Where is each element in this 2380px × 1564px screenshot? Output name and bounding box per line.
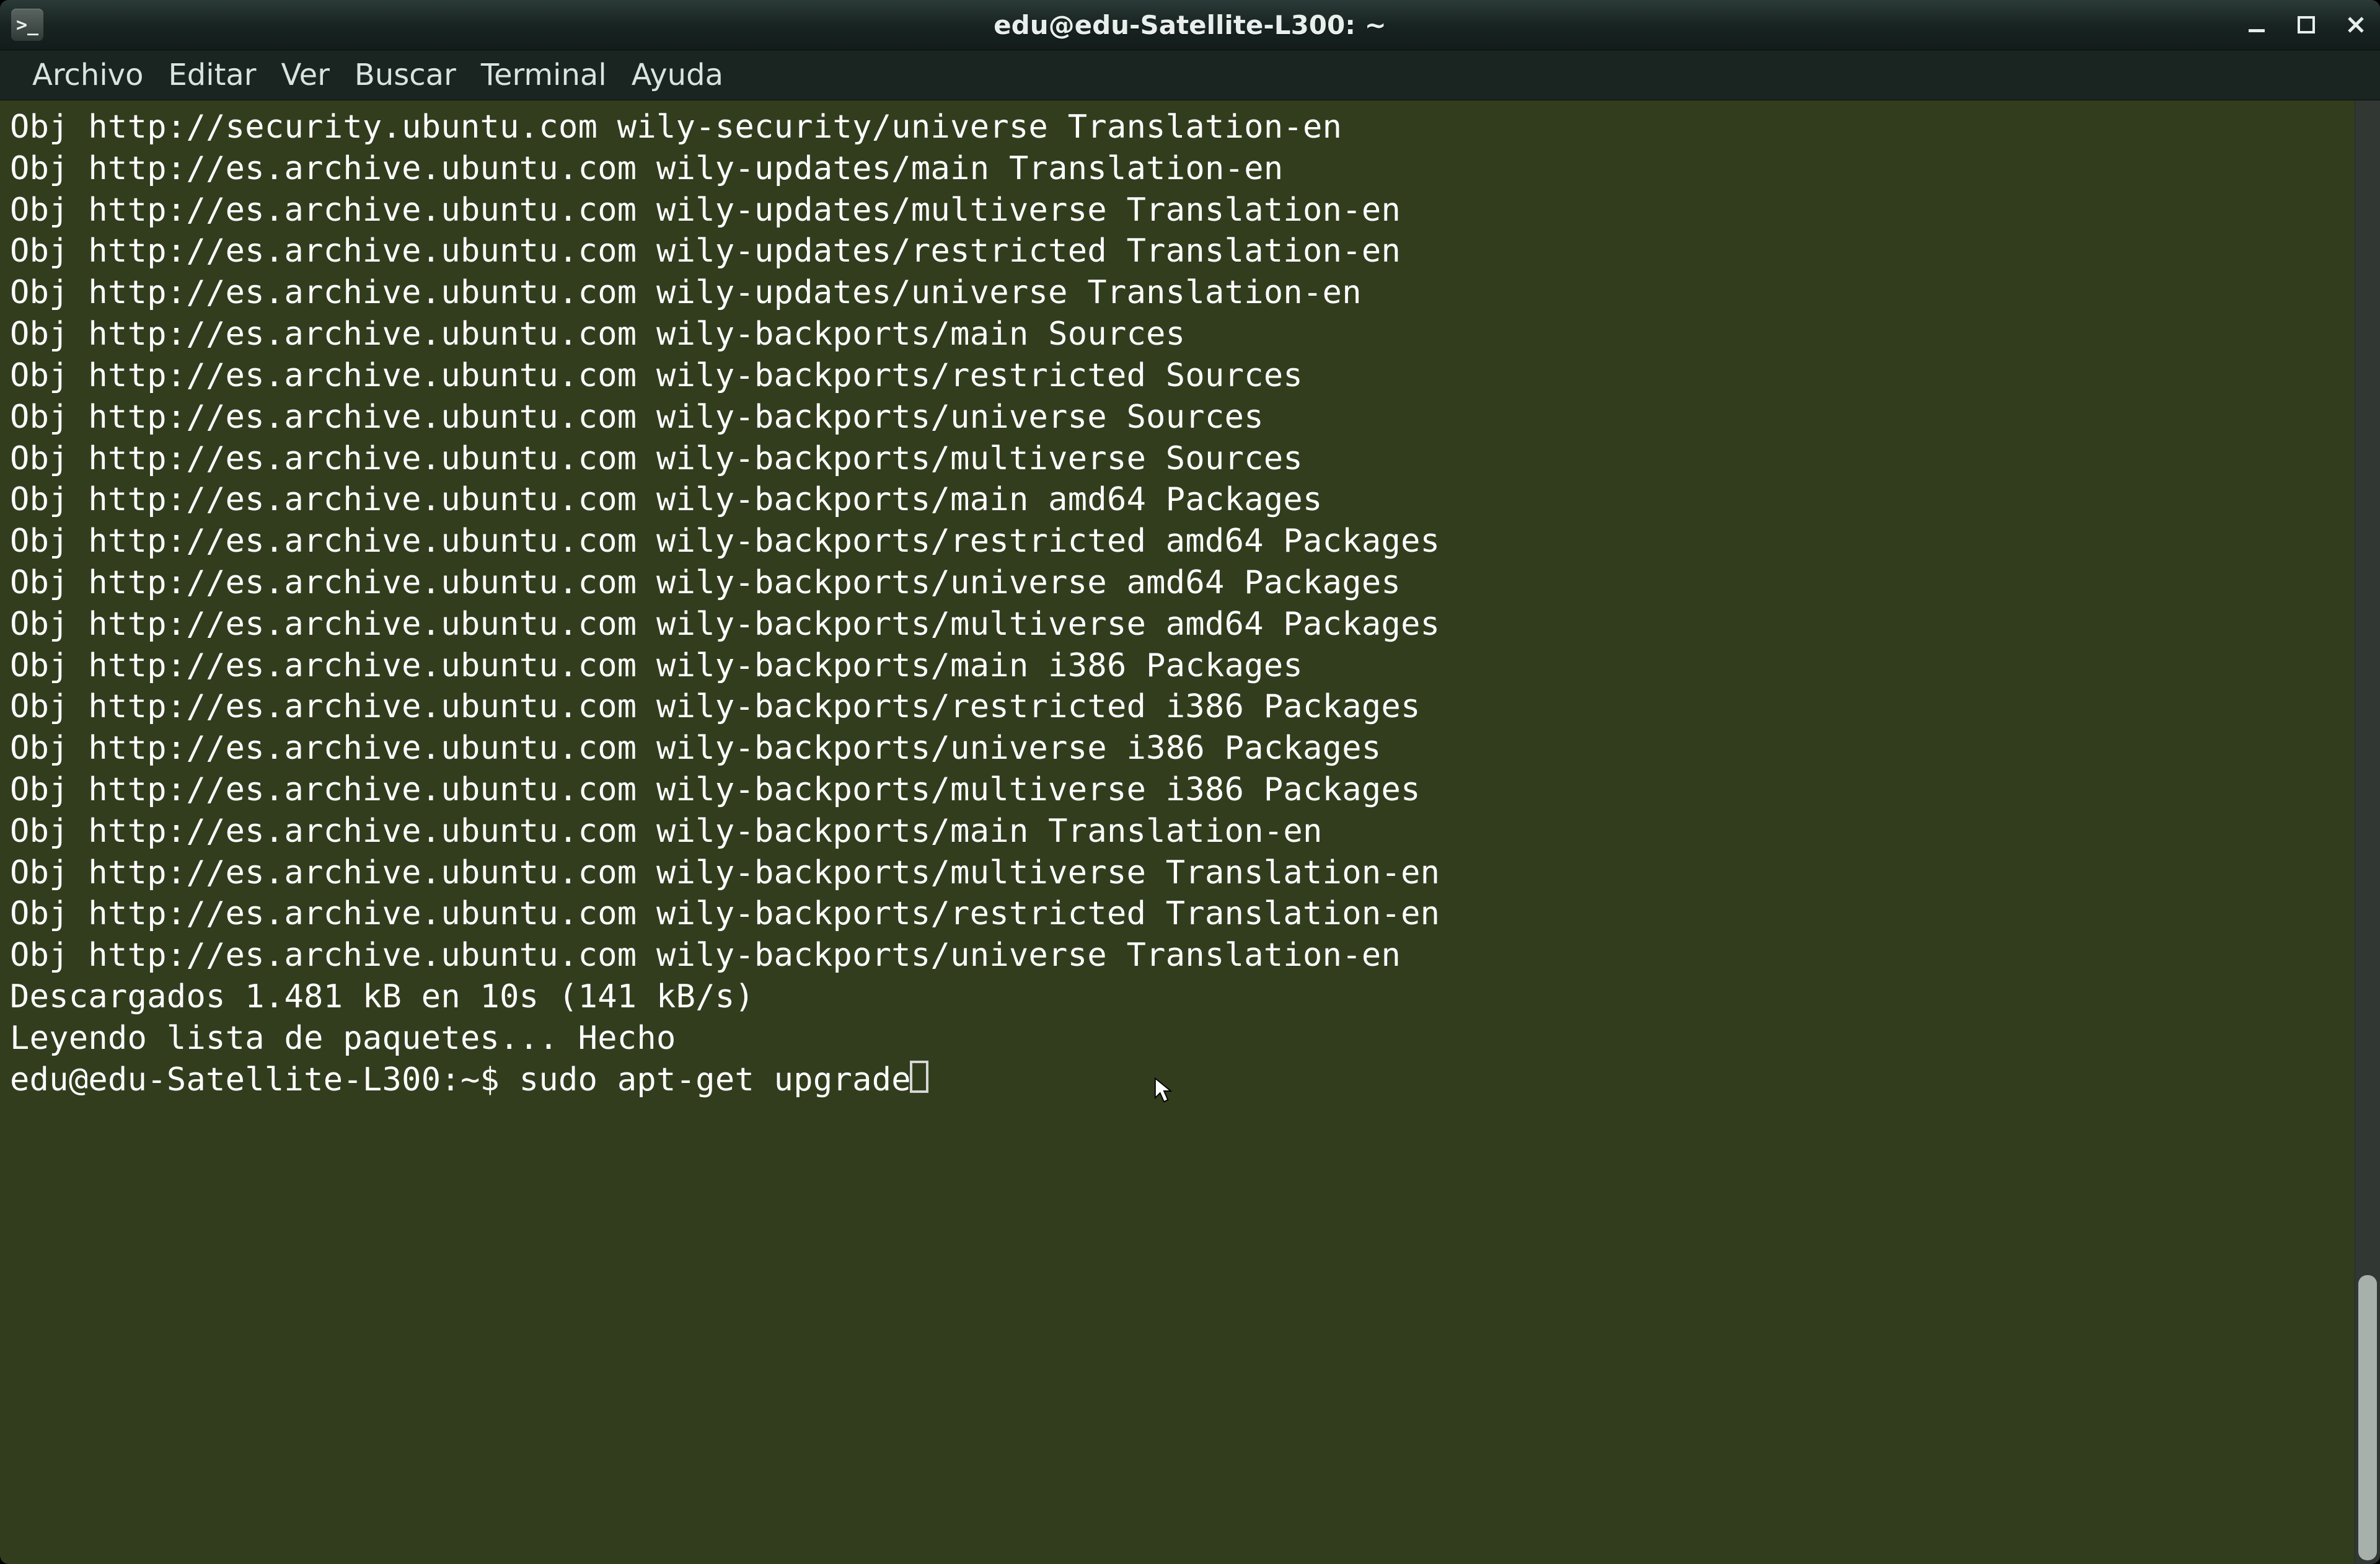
terminal-line: Obj http://es.archive.ubuntu.com wily-ba… (10, 604, 2345, 645)
terminal-output[interactable]: Obj http://security.ubuntu.com wily-secu… (0, 100, 2355, 1564)
terminal-line: Obj http://es.archive.ubuntu.com wily-ba… (10, 893, 2345, 935)
terminal-line: Obj http://es.archive.ubuntu.com wily-ba… (10, 562, 2345, 604)
terminal-app-icon-glyph: >_ (16, 14, 38, 36)
window-title: edu@edu-Satellite-L300: ~ (0, 10, 2380, 40)
terminal-line: Obj http://security.ubuntu.com wily-secu… (10, 107, 2345, 148)
scrollbar-thumb[interactable] (2358, 1275, 2377, 1560)
terminal-line: Descargados 1.481 kB en 10s (141 kB/s) (10, 976, 2345, 1018)
terminal-line: Obj http://es.archive.ubuntu.com wily-ba… (10, 769, 2345, 811)
terminal-line: Obj http://es.archive.ubuntu.com wily-ba… (10, 728, 2345, 769)
menu-archivo[interactable]: Archivo (24, 54, 152, 96)
terminal-line: Obj http://es.archive.ubuntu.com wily-up… (10, 231, 2345, 272)
maximize-button[interactable] (2292, 11, 2320, 39)
terminal-line: Obj http://es.archive.ubuntu.com wily-ba… (10, 355, 2345, 397)
terminal-line: Obj http://es.archive.ubuntu.com wily-up… (10, 190, 2345, 231)
terminal-line: Obj http://es.archive.ubuntu.com wily-ba… (10, 521, 2345, 562)
terminal-line: Obj http://es.archive.ubuntu.com wily-ba… (10, 686, 2345, 728)
terminal-line: Obj http://es.archive.ubuntu.com wily-ba… (10, 479, 2345, 521)
terminal-line: Obj http://es.archive.ubuntu.com wily-up… (10, 272, 2345, 314)
terminal-window: >_ edu@edu-Satellite-L300: ~ Archivo Edi… (0, 0, 2380, 1564)
terminal-line: Obj http://es.archive.ubuntu.com wily-ba… (10, 438, 2345, 480)
terminal-area[interactable]: Obj http://security.ubuntu.com wily-secu… (0, 100, 2380, 1564)
terminal-app-icon: >_ (11, 9, 43, 41)
menu-ayuda[interactable]: Ayuda (623, 54, 732, 96)
terminal-line: Obj http://es.archive.ubuntu.com wily-ba… (10, 811, 2345, 852)
menubar: Archivo Editar Ver Buscar Terminal Ayuda (0, 50, 2380, 100)
terminal-command: sudo apt-get upgrade (519, 1061, 911, 1098)
menu-buscar[interactable]: Buscar (346, 54, 465, 96)
menu-terminal[interactable]: Terminal (472, 54, 615, 96)
terminal-cursor (910, 1061, 928, 1093)
terminal-line: Obj http://es.archive.ubuntu.com wily-up… (10, 148, 2345, 190)
terminal-line: Obj http://es.archive.ubuntu.com wily-ba… (10, 314, 2345, 355)
terminal-prompt: edu@edu-Satellite-L300:~$ (10, 1061, 519, 1098)
minimize-button[interactable] (2242, 11, 2271, 39)
scrollbar-vertical[interactable] (2355, 100, 2380, 1564)
close-button[interactable] (2342, 11, 2370, 39)
titlebar[interactable]: >_ edu@edu-Satellite-L300: ~ (0, 0, 2380, 50)
terminal-line: Obj http://es.archive.ubuntu.com wily-ba… (10, 935, 2345, 976)
menu-editar[interactable]: Editar (159, 54, 265, 96)
terminal-line: Obj http://es.archive.ubuntu.com wily-ba… (10, 397, 2345, 438)
window-controls (2242, 0, 2370, 50)
terminal-prompt-line[interactable]: edu@edu-Satellite-L300:~$ sudo apt-get u… (10, 1059, 2345, 1101)
terminal-line: Obj http://es.archive.ubuntu.com wily-ba… (10, 852, 2345, 894)
terminal-line: Leyendo lista de paquetes... Hecho (10, 1018, 2345, 1059)
menu-ver[interactable]: Ver (273, 54, 338, 96)
terminal-line: Obj http://es.archive.ubuntu.com wily-ba… (10, 645, 2345, 687)
